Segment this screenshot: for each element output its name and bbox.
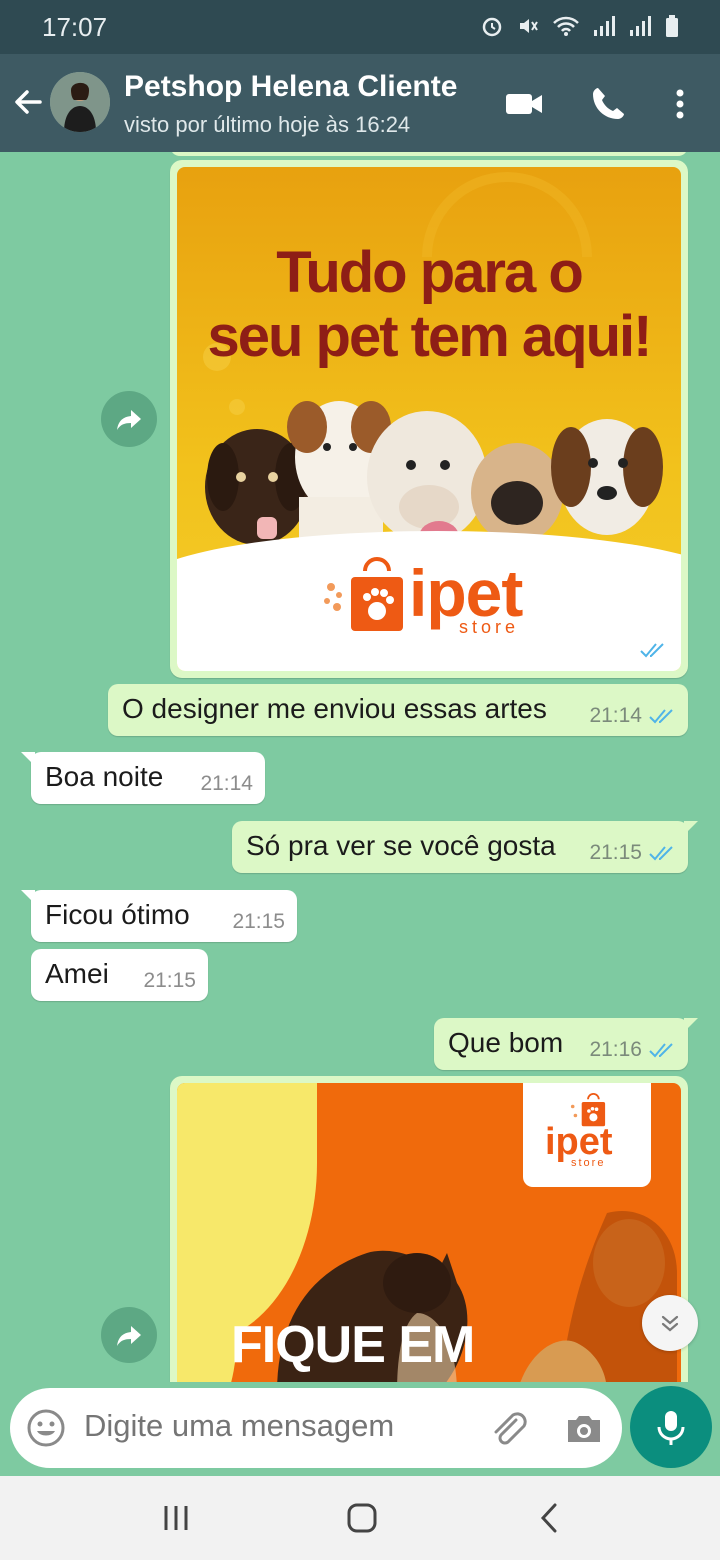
back-nav-icon[interactable] bbox=[530, 1498, 570, 1538]
message-time: 21:15 bbox=[143, 969, 196, 992]
message-time: 21:14 bbox=[200, 772, 253, 795]
message-bubble-in[interactable]: Boa noite 21:14 bbox=[21, 752, 265, 804]
message-time: 21:15 bbox=[232, 910, 285, 933]
previous-message bbox=[170, 152, 688, 156]
forward-button[interactable] bbox=[101, 391, 157, 447]
mic-icon bbox=[657, 1411, 685, 1445]
scroll-to-bottom-button[interactable] bbox=[642, 1295, 698, 1351]
signal-icon-2 bbox=[630, 16, 651, 36]
poster-headline-1: Tudo para o bbox=[276, 240, 584, 305]
message-bubble-in[interactable]: Amei 21:15 bbox=[31, 949, 208, 1001]
mic-button[interactable] bbox=[630, 1386, 712, 1468]
chevron-down-icon bbox=[661, 1315, 679, 1332]
double-check-icon bbox=[649, 709, 673, 724]
battery-icon bbox=[666, 15, 678, 37]
message-input[interactable] bbox=[84, 1408, 464, 1444]
recent-apps-icon[interactable] bbox=[156, 1498, 196, 1538]
message-bubble-in[interactable]: Ficou ótimo 21:15 bbox=[21, 890, 297, 942]
status-icons bbox=[480, 14, 680, 38]
double-check-icon bbox=[649, 1043, 673, 1058]
message-time: 21:15 bbox=[589, 841, 642, 864]
phone-icon[interactable] bbox=[586, 82, 630, 126]
status-time: 17:07 bbox=[42, 12, 108, 42]
message-text: Boa noite bbox=[45, 761, 164, 792]
alarm-icon bbox=[482, 17, 502, 37]
contact-name[interactable]: Petshop Helena Cliente bbox=[124, 70, 457, 104]
more-vert-icon[interactable] bbox=[658, 82, 702, 126]
chat-header: Petshop Helena Cliente visto por último … bbox=[0, 54, 720, 152]
message-text: Só pra ver se você gosta bbox=[246, 830, 556, 861]
emoji-icon[interactable] bbox=[26, 1408, 66, 1448]
wifi-icon bbox=[553, 16, 579, 36]
back-arrow-icon[interactable] bbox=[10, 84, 46, 120]
message-text: O designer me enviou essas artes bbox=[122, 693, 547, 724]
status-bar: 17:07 bbox=[0, 0, 720, 54]
message-text: Que bom bbox=[448, 1027, 564, 1058]
message-time: 21:14 bbox=[589, 704, 642, 727]
composer-bar bbox=[10, 1388, 622, 1468]
mute-icon bbox=[520, 19, 538, 33]
poster-headline: FIQUE EM bbox=[231, 1316, 475, 1374]
poster-logo-sub: store bbox=[459, 617, 520, 637]
ipet-poster-2[interactable]: ipet store FIQUE EM bbox=[177, 1083, 681, 1382]
forward-icon bbox=[117, 1326, 141, 1346]
home-icon[interactable] bbox=[342, 1498, 382, 1538]
message-text: Amei bbox=[45, 958, 109, 989]
double-check-icon bbox=[640, 643, 664, 658]
camera-icon[interactable] bbox=[562, 1406, 606, 1450]
image-message[interactable]: Tudo para o seu pet tem aqui! ipet store… bbox=[170, 160, 688, 678]
message-meta: 21:14 bbox=[589, 704, 676, 728]
double-check-icon bbox=[649, 846, 673, 861]
message-meta: 21:16 bbox=[589, 1038, 676, 1062]
video-call-icon[interactable] bbox=[502, 82, 546, 126]
forward-button[interactable] bbox=[101, 1307, 157, 1363]
message-bubble-out[interactable]: Que bom 21:16 bbox=[434, 1018, 698, 1070]
poster-logo-card: ipet store bbox=[523, 1083, 651, 1187]
avatar[interactable] bbox=[50, 72, 110, 132]
image-message[interactable]: ipet store FIQUE EM bbox=[170, 1076, 688, 1382]
ipet-bag-logo-icon bbox=[324, 557, 403, 631]
forward-icon bbox=[117, 410, 141, 430]
system-navigation-bar bbox=[0, 1476, 720, 1560]
poster-headline-2: seu pet tem aqui! bbox=[207, 304, 653, 369]
chat-area[interactable]: Tudo para o seu pet tem aqui! ipet store… bbox=[0, 152, 720, 1382]
last-seen: visto por último hoje às 16:24 bbox=[124, 112, 411, 137]
attach-icon[interactable] bbox=[486, 1406, 530, 1450]
message-bubble-out[interactable]: O designer me enviou essas artes 21:14 bbox=[108, 684, 688, 736]
message-meta: 21:15 bbox=[589, 841, 676, 865]
image-timestamp: 21:13 bbox=[578, 637, 667, 663]
signal-icon bbox=[594, 16, 615, 36]
message-time: 21:16 bbox=[589, 1038, 642, 1061]
message-bubble-out[interactable]: Só pra ver se você gosta 21:15 bbox=[232, 821, 698, 873]
bubble-tail bbox=[684, 1018, 698, 1032]
poster-logo-sub: store bbox=[571, 1157, 606, 1169]
message-time: 21:13 bbox=[577, 637, 633, 662]
message-text: Ficou ótimo bbox=[45, 899, 190, 930]
ipet-poster-1[interactable]: Tudo para o seu pet tem aqui! ipet store… bbox=[177, 167, 681, 671]
bubble-tail bbox=[21, 752, 35, 766]
bubble-tail bbox=[684, 821, 698, 835]
bubble-tail bbox=[21, 890, 35, 904]
